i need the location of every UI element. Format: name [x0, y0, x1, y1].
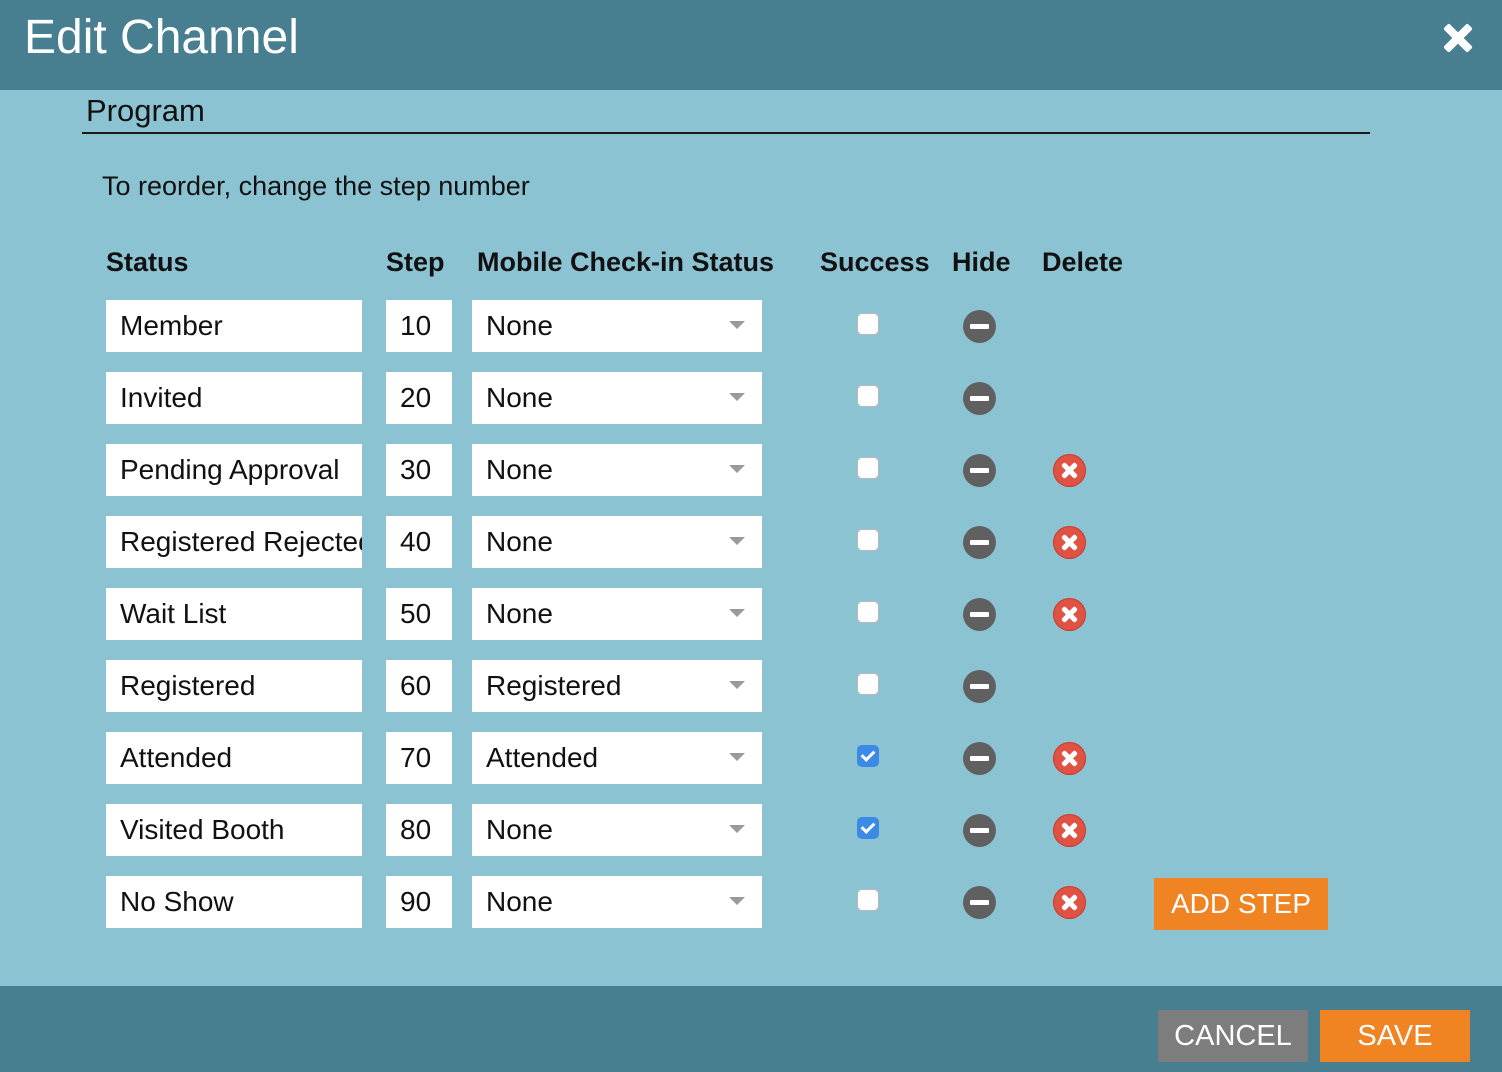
mobile-checkin-status-select[interactable]: None [472, 516, 762, 568]
status-name-input[interactable] [106, 516, 362, 568]
close-icon[interactable] [1440, 20, 1476, 56]
table-row: None [0, 372, 1502, 426]
select-value: None [486, 814, 553, 845]
success-checkbox[interactable] [857, 673, 879, 695]
column-header-mobile-checkin: Mobile Check-in Status [477, 247, 775, 277]
step-number-input[interactable] [386, 588, 452, 640]
delete-x-icon[interactable] [1053, 454, 1086, 487]
success-checkbox[interactable] [857, 385, 879, 407]
hide-minus-icon[interactable] [963, 454, 996, 487]
hide-minus-icon[interactable] [963, 886, 996, 919]
hide-minus-icon[interactable] [963, 814, 996, 847]
step-number-input[interactable] [386, 804, 452, 856]
chevron-down-icon [729, 321, 745, 329]
status-name-input[interactable] [106, 660, 362, 712]
table-row: Registered [0, 660, 1502, 714]
dialog-header: Edit Channel [0, 0, 1502, 90]
chevron-down-icon [729, 897, 745, 905]
chevron-down-icon [729, 753, 745, 761]
mobile-checkin-status-select[interactable]: None [472, 804, 762, 856]
section-divider [82, 132, 1370, 134]
table-row: None [0, 300, 1502, 354]
status-name-input[interactable] [106, 300, 362, 352]
mobile-checkin-status-select[interactable]: None [472, 444, 762, 496]
step-number-input[interactable] [386, 300, 452, 352]
success-checkbox[interactable] [857, 457, 879, 479]
mobile-checkin-status-select[interactable]: Attended [472, 732, 762, 784]
column-header-hide: Hide [952, 247, 1011, 277]
status-name-input[interactable] [106, 876, 362, 928]
success-checkbox[interactable] [857, 601, 879, 623]
hide-minus-icon[interactable] [963, 310, 996, 343]
step-number-input[interactable] [386, 444, 452, 496]
table-row: None [0, 588, 1502, 642]
hide-minus-icon[interactable] [963, 742, 996, 775]
checkmark-icon [860, 819, 876, 834]
delete-x-icon[interactable] [1053, 886, 1086, 919]
status-name-input[interactable] [106, 444, 362, 496]
mobile-checkin-status-select[interactable]: None [472, 876, 762, 928]
chevron-down-icon [729, 393, 745, 401]
chevron-down-icon [729, 681, 745, 689]
status-name-input[interactable] [106, 372, 362, 424]
mobile-checkin-status-select[interactable]: None [472, 372, 762, 424]
status-name-input[interactable] [106, 732, 362, 784]
hide-minus-icon[interactable] [963, 526, 996, 559]
mobile-checkin-status-select[interactable]: None [472, 588, 762, 640]
table-row: None [0, 444, 1502, 498]
checkmark-icon [860, 747, 876, 762]
table-row: None [0, 804, 1502, 858]
chevron-down-icon [729, 609, 745, 617]
step-number-input[interactable] [386, 372, 452, 424]
hide-minus-icon[interactable] [963, 382, 996, 415]
delete-x-icon[interactable] [1053, 742, 1086, 775]
mobile-checkin-status-select[interactable]: None [472, 300, 762, 352]
status-name-input[interactable] [106, 804, 362, 856]
column-header-step: Step [386, 247, 445, 277]
instruction-text: To reorder, change the step number [102, 171, 530, 201]
select-value: None [486, 598, 553, 629]
success-checkbox[interactable] [857, 529, 879, 551]
success-checkbox[interactable] [857, 817, 879, 839]
step-number-input[interactable] [386, 660, 452, 712]
select-value: None [486, 382, 553, 413]
chevron-down-icon [729, 537, 745, 545]
select-value: None [486, 310, 553, 341]
select-value: None [486, 526, 553, 557]
section-title: Program [86, 93, 205, 128]
status-name-input[interactable] [106, 588, 362, 640]
cancel-button[interactable]: CANCEL [1158, 1010, 1308, 1062]
hide-minus-icon[interactable] [963, 598, 996, 631]
chevron-down-icon [729, 825, 745, 833]
delete-x-icon[interactable] [1053, 526, 1086, 559]
select-value: None [486, 886, 553, 917]
table-row: None [0, 516, 1502, 570]
select-value: None [486, 454, 553, 485]
delete-x-icon[interactable] [1053, 814, 1086, 847]
column-header-success: Success [820, 247, 930, 277]
chevron-down-icon [729, 465, 745, 473]
add-step-button[interactable]: ADD STEP [1154, 878, 1328, 930]
step-number-input[interactable] [386, 516, 452, 568]
dialog-title: Edit Channel [24, 11, 299, 64]
column-header-status: Status [106, 247, 189, 277]
column-header-delete: Delete [1042, 247, 1124, 277]
step-number-input[interactable] [386, 876, 452, 928]
delete-x-icon[interactable] [1053, 598, 1086, 631]
mobile-checkin-status-select[interactable]: Registered [472, 660, 762, 712]
save-button[interactable]: SAVE [1320, 1010, 1470, 1062]
step-number-input[interactable] [386, 732, 452, 784]
select-value: Attended [486, 742, 599, 773]
success-checkbox[interactable] [857, 745, 879, 767]
success-checkbox[interactable] [857, 889, 879, 911]
hide-minus-icon[interactable] [963, 670, 996, 703]
table-row: Attended [0, 732, 1502, 786]
success-checkbox[interactable] [857, 313, 879, 335]
select-value: Registered [486, 670, 622, 701]
